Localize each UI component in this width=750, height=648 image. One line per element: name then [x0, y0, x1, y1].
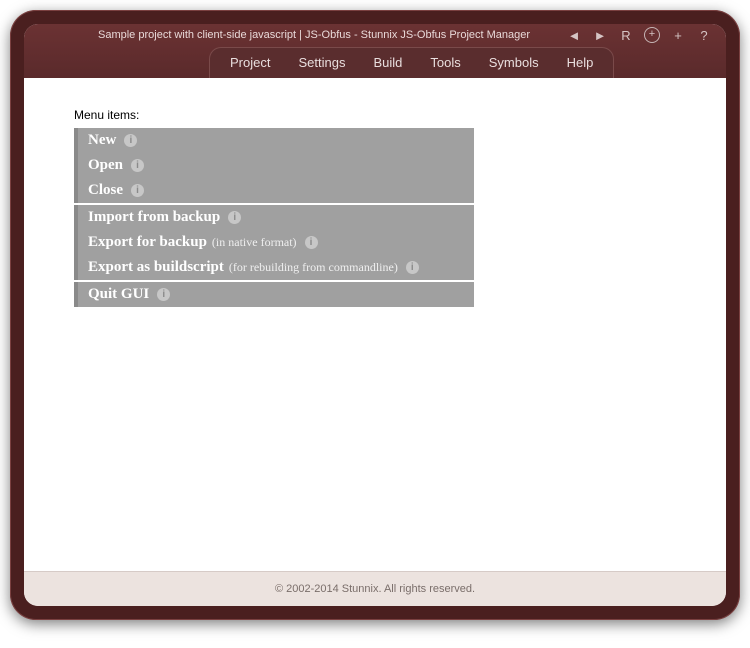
tab-project[interactable]: Project	[216, 48, 284, 78]
footer-bar: © 2002-2014 Stunnix. All rights reserved…	[24, 571, 726, 606]
info-icon[interactable]: i	[131, 159, 144, 172]
menu-item-label: Quit GUI	[88, 286, 149, 303]
menu-item[interactable]: Export for backup (in native format) i	[74, 230, 474, 255]
menu-item[interactable]: Closei	[74, 178, 474, 203]
zoom-out-icon[interactable]: +	[644, 27, 660, 43]
menu-item-sublabel: (in native format)	[212, 235, 297, 250]
menu-item[interactable]: Newi	[74, 128, 474, 153]
reload-icon[interactable]: R	[618, 28, 634, 43]
header-bar: Sample project with client-side javascri…	[24, 24, 726, 78]
menu-item-label: New	[88, 132, 116, 149]
forward-icon[interactable]: ►	[592, 28, 608, 43]
info-icon[interactable]: i	[406, 261, 419, 274]
menu-item[interactable]: Quit GUI i	[74, 282, 474, 307]
tab-build[interactable]: Build	[359, 48, 416, 78]
info-icon[interactable]: i	[305, 236, 318, 249]
window-frame: Sample project with client-side javascri…	[10, 10, 740, 620]
page-title: Sample project with client-side javascri…	[98, 29, 530, 41]
menu-item-label: Close	[88, 182, 123, 199]
tab-help[interactable]: Help	[553, 48, 608, 78]
menu-item[interactable]: Openi	[74, 153, 474, 178]
menu-item-label: Import from backup	[88, 209, 220, 226]
window-inner: Sample project with client-side javascri…	[24, 24, 726, 606]
tab-bar-inner: Project Settings Build Tools Symbols Hel…	[209, 47, 614, 78]
tab-settings[interactable]: Settings	[284, 48, 359, 78]
info-icon[interactable]: i	[228, 211, 241, 224]
help-icon[interactable]: ?	[696, 28, 712, 43]
menu-group: Import from backup i Export for backup (in …	[74, 205, 474, 282]
section-heading: Menu items:	[74, 108, 726, 122]
menu-item[interactable]: Export as buildscript (for rebuilding fro…	[74, 255, 474, 280]
menu-item-sublabel: (for rebuilding from commandline)	[229, 260, 398, 275]
tab-bar: Project Settings Build Tools Symbols Hel…	[199, 47, 624, 78]
back-icon[interactable]: ◄	[566, 28, 582, 43]
menu-item[interactable]: Import from backup i	[74, 205, 474, 230]
menu-item-label: Export as buildscript	[88, 259, 224, 276]
menu-group: NewiOpeniClosei	[74, 128, 474, 205]
menu-item-label: Open	[88, 157, 123, 174]
footer-text: © 2002-2014 Stunnix. All rights reserved…	[275, 583, 475, 595]
info-icon[interactable]: i	[131, 184, 144, 197]
menu-group: Quit GUI i	[74, 282, 474, 309]
menu-item-label: Export for backup	[88, 234, 207, 251]
tab-tools[interactable]: Tools	[416, 48, 474, 78]
add-icon[interactable]: +	[670, 28, 686, 43]
content-area: Menu items: NewiOpeniCloseiImport from b…	[24, 78, 726, 572]
menu-list: NewiOpeniCloseiImport from backupiExport…	[74, 128, 474, 309]
info-icon[interactable]: i	[157, 288, 170, 301]
tab-symbols[interactable]: Symbols	[475, 48, 553, 78]
header-nav-icons: ◄ ► R + + ?	[566, 27, 712, 43]
info-icon[interactable]: i	[124, 134, 137, 147]
